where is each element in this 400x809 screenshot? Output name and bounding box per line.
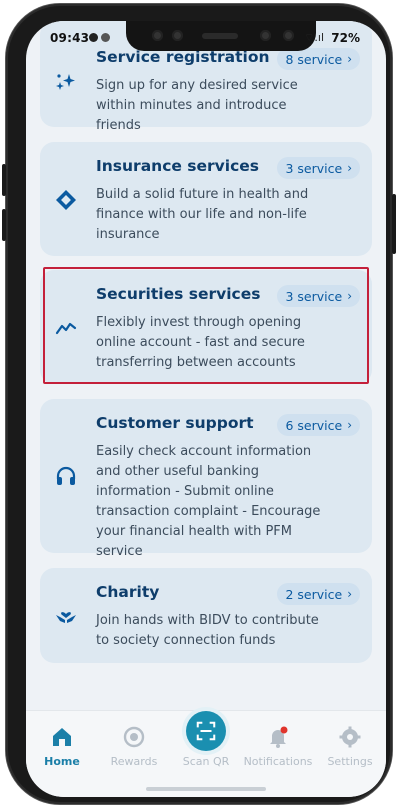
scan-button[interactable] xyxy=(186,711,226,751)
bell-icon xyxy=(270,726,288,748)
nav-label: Rewards xyxy=(110,755,158,768)
chevron-right-icon: › xyxy=(347,418,352,432)
chevron-right-icon: › xyxy=(347,587,352,601)
card-insurance-services[interactable]: Insurance services 3 service › Build a so… xyxy=(40,142,372,256)
card-title: Customer support xyxy=(96,414,254,432)
card-description: Join hands with BIDV to contribute to so… xyxy=(96,613,319,648)
power-button xyxy=(392,194,396,254)
qr-scan-icon xyxy=(196,721,216,741)
nav-settings[interactable]: Settings xyxy=(314,725,386,768)
service-count-badge[interactable]: 2 service › xyxy=(277,583,360,605)
shield-diamond-icon xyxy=(52,186,80,214)
nav-home[interactable]: Home xyxy=(26,725,98,768)
gear-icon xyxy=(339,726,361,748)
nav-label: Scan QR xyxy=(182,755,230,768)
hands-heart-icon xyxy=(52,601,80,629)
sparkle-icon xyxy=(52,69,80,97)
service-count-badge[interactable]: 8 service › xyxy=(277,48,360,70)
volume-down-button xyxy=(2,209,6,241)
nav-label: Home xyxy=(44,755,80,768)
screen: 09:43 ⌔.ıl 72% Service registration 8 se… xyxy=(26,21,386,797)
nav-label: Notifications xyxy=(243,755,313,768)
selection-highlight xyxy=(43,267,369,384)
notification-icon xyxy=(89,33,98,42)
app-notification-icon xyxy=(101,33,110,42)
service-count-badge[interactable]: 6 service › xyxy=(277,414,360,436)
chevron-right-icon: › xyxy=(347,161,352,175)
rewards-icon xyxy=(123,726,145,748)
card-customer-support[interactable]: Customer support 6 service › Easily check… xyxy=(40,399,372,559)
nav-scan-qr[interactable]: Scan QR xyxy=(170,711,242,768)
volume-up-button xyxy=(2,164,6,196)
headset-icon xyxy=(52,463,80,491)
card-title: Charity xyxy=(96,583,160,601)
nav-label: Settings xyxy=(327,755,373,768)
services-list[interactable]: Service registration 8 service › Sign up … xyxy=(26,21,386,711)
chevron-right-icon: › xyxy=(347,52,352,66)
status-time: 09:43 xyxy=(50,31,90,45)
card-description: Easily check account information and oth… xyxy=(96,444,321,559)
status-bar: 09:43 ⌔.ıl 72% xyxy=(26,21,386,51)
signal-icon: ⌔.ıl xyxy=(304,31,324,44)
bottom-navigation: Home Rewards Scan QR Notifications Setti… xyxy=(26,710,386,797)
card-description: Sign up for any desired service within m… xyxy=(96,78,298,133)
nav-rewards[interactable]: Rewards xyxy=(98,725,170,768)
battery-level: 72% xyxy=(331,31,360,45)
card-description: Build a solid future in health and finan… xyxy=(96,187,309,242)
home-indicator xyxy=(146,787,266,791)
phone-frame: 09:43 ⌔.ıl 72% Service registration 8 se… xyxy=(2,4,396,804)
nav-notifications[interactable]: Notifications xyxy=(242,725,314,768)
home-icon xyxy=(53,728,71,746)
service-count-badge[interactable]: 3 service › xyxy=(277,157,360,179)
card-title: Insurance services xyxy=(96,157,260,175)
card-charity[interactable]: Charity 2 service › Join hands with BIDV … xyxy=(40,568,372,663)
